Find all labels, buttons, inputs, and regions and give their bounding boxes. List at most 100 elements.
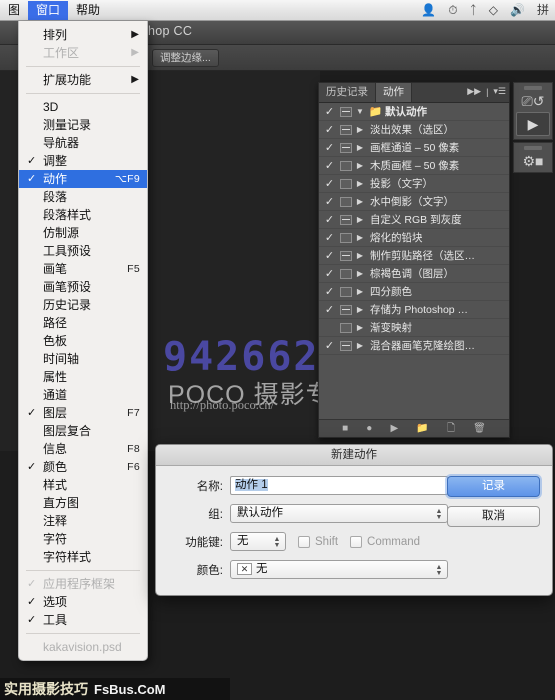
action-enabled-checkbox[interactable]: ✓	[322, 250, 337, 262]
menu-item-调整[interactable]: ✓调整	[19, 152, 147, 170]
menu-item-help[interactable]: 帮助	[68, 1, 108, 20]
action-dialog-toggle[interactable]	[340, 125, 352, 135]
time-machine-icon[interactable]: ⏱	[448, 3, 457, 17]
chevron-right-icon[interactable]: ▶	[352, 250, 368, 262]
menu-item-图层[interactable]: ✓图层F7	[19, 404, 147, 422]
play-icon[interactable]: ▶	[390, 424, 398, 434]
action-row[interactable]: ✓▶四分颜色	[319, 283, 509, 301]
action-row[interactable]: ✓▶存储为 Photoshop …	[319, 301, 509, 319]
action-row[interactable]: ✓▶画框通道 – 50 像素	[319, 139, 509, 157]
menu-item-时间轴[interactable]: 时间轴	[19, 350, 147, 368]
menu-item-排列[interactable]: 排列▶	[19, 26, 147, 44]
action-dialog-toggle[interactable]	[340, 179, 352, 189]
action-row[interactable]: ✓▶水中倒影（文字）	[319, 193, 509, 211]
chevron-right-icon[interactable]: ▶	[352, 142, 368, 154]
chevron-right-icon[interactable]: ▶	[352, 214, 368, 226]
action-enabled-checkbox[interactable]: ✓	[322, 196, 337, 208]
menu-item-历史记录[interactable]: 历史记录	[19, 296, 147, 314]
action-dialog-toggle[interactable]	[340, 143, 352, 153]
command-checkbox-wrap[interactable]: Command	[350, 536, 420, 548]
menu-item-图层复合[interactable]: 图层复合	[19, 422, 147, 440]
action-enabled-checkbox[interactable]: ✓	[322, 160, 337, 172]
menu-item-导航器[interactable]: 导航器	[19, 134, 147, 152]
chevron-right-icon[interactable]: ▶	[352, 304, 368, 316]
wifi-icon[interactable]: ◇	[489, 3, 498, 17]
menu-item-选项[interactable]: ✓选项	[19, 593, 147, 611]
panel-menu-icon[interactable]: ▾☰	[493, 86, 506, 97]
menu-item-路径[interactable]: 路径	[19, 314, 147, 332]
record-button[interactable]: 记录	[447, 476, 540, 497]
action-enabled-checkbox[interactable]: ✓	[322, 178, 337, 190]
stepper-icon[interactable]: ▲▼	[435, 507, 443, 522]
fkey-select[interactable]: 无 ▲▼	[230, 532, 286, 551]
action-dialog-toggle[interactable]	[340, 269, 352, 279]
new-set-icon[interactable]: 📁	[416, 424, 428, 434]
menu-item-注释[interactable]: 注释	[19, 512, 147, 530]
action-row[interactable]: ✓▼📁默认动作	[319, 103, 509, 121]
cancel-button[interactable]: 取消	[447, 506, 540, 527]
refine-edge-button[interactable]: 调整边缘...	[152, 49, 219, 67]
window-menu-dropdown[interactable]: 排列▶工作区▶扩展功能▶3D测量记录导航器✓调整✓动作⌥F9段落段落样式仿制源工…	[18, 21, 148, 661]
action-dialog-toggle[interactable]	[340, 305, 352, 315]
action-row[interactable]: ✓▶淡出效果（选区）	[319, 121, 509, 139]
volume-icon[interactable]: 🔊	[510, 3, 525, 17]
chevron-right-icon[interactable]: ▶	[352, 196, 368, 208]
action-row[interactable]: ✓▶自定义 RGB 到灰度	[319, 211, 509, 229]
collapse-icon[interactable]: ▶▶	[467, 86, 481, 97]
menu-item-段落样式[interactable]: 段落样式	[19, 206, 147, 224]
action-dialog-toggle[interactable]	[340, 197, 352, 207]
dock-cell-mini-bridge[interactable]: ⚙■	[513, 142, 553, 173]
action-enabled-checkbox[interactable]: ✓	[322, 286, 337, 298]
chevron-right-icon[interactable]: ▶	[352, 124, 368, 136]
tab-actions[interactable]: 动作	[376, 83, 412, 102]
shift-checkbox-wrap[interactable]: Shift	[298, 536, 338, 548]
menu-item-色板[interactable]: 色板	[19, 332, 147, 350]
dock-cell-history[interactable]: ⎚↺ ▶	[513, 82, 553, 140]
action-row[interactable]: ✓▶投影（文字）	[319, 175, 509, 193]
menu-item-信息[interactable]: 信息F8	[19, 440, 147, 458]
action-dialog-toggle[interactable]	[340, 323, 352, 333]
menu-item-工具预设[interactable]: 工具预设	[19, 242, 147, 260]
user-icon[interactable]: 👤	[421, 3, 436, 17]
chevron-down-icon[interactable]: ▼	[352, 106, 368, 118]
action-row[interactable]: ✓▶混合器画笔克隆绘图…	[319, 337, 509, 355]
menu-item-扩展功能[interactable]: 扩展功能▶	[19, 71, 147, 89]
menu-item-颜色[interactable]: ✓颜色F6	[19, 458, 147, 476]
action-enabled-checkbox[interactable]: ✓	[322, 142, 337, 154]
shift-checkbox[interactable]	[298, 536, 310, 548]
action-enabled-checkbox[interactable]: ✓	[322, 106, 337, 118]
action-dialog-toggle[interactable]	[340, 233, 352, 243]
menu-item-工作区[interactable]: 工作区▶	[19, 44, 147, 62]
action-enabled-checkbox[interactable]: ✓	[322, 214, 337, 226]
action-enabled-checkbox[interactable]: ✓	[322, 232, 337, 244]
menu-item-仿制源[interactable]: 仿制源	[19, 224, 147, 242]
chevron-right-icon[interactable]: ▶	[352, 340, 368, 352]
action-dialog-toggle[interactable]	[340, 287, 352, 297]
chevron-right-icon[interactable]: ▶	[352, 322, 368, 334]
stepper-icon[interactable]: ▲▼	[273, 535, 281, 550]
action-dialog-toggle[interactable]	[340, 215, 352, 225]
chevron-right-icon[interactable]: ▶	[352, 232, 368, 244]
menu-item-字符[interactable]: 字符	[19, 530, 147, 548]
action-enabled-checkbox[interactable]: ✓	[322, 304, 337, 316]
menu-item-window[interactable]: 窗口	[28, 1, 68, 20]
play-icon[interactable]: ▶	[516, 112, 550, 136]
action-enabled-checkbox[interactable]: ✓	[322, 340, 337, 352]
command-checkbox[interactable]	[350, 536, 362, 548]
menu-item-通道[interactable]: 通道	[19, 386, 147, 404]
menu-item-画笔[interactable]: 画笔F5	[19, 260, 147, 278]
tab-history[interactable]: 历史记录	[319, 83, 376, 102]
action-row[interactable]: ✓▶熔化的铅块	[319, 229, 509, 247]
action-dialog-toggle[interactable]	[340, 341, 352, 351]
menu-item-测量记录[interactable]: 测量记录	[19, 116, 147, 134]
input-method-icon[interactable]: 拼	[537, 3, 549, 17]
new-action-icon[interactable]: 🗋	[447, 424, 455, 434]
color-select[interactable]: ✕无 ▲▼	[230, 560, 448, 579]
menu-item-字符样式[interactable]: 字符样式	[19, 548, 147, 566]
chevron-right-icon[interactable]: ▶	[352, 286, 368, 298]
menu-item-直方图[interactable]: 直方图	[19, 494, 147, 512]
record-icon[interactable]: ●	[366, 424, 372, 434]
stop-icon[interactable]: ■	[342, 424, 348, 434]
action-row[interactable]: ▶渐变映射	[319, 319, 509, 337]
menu-item-3D[interactable]: 3D	[19, 98, 147, 116]
